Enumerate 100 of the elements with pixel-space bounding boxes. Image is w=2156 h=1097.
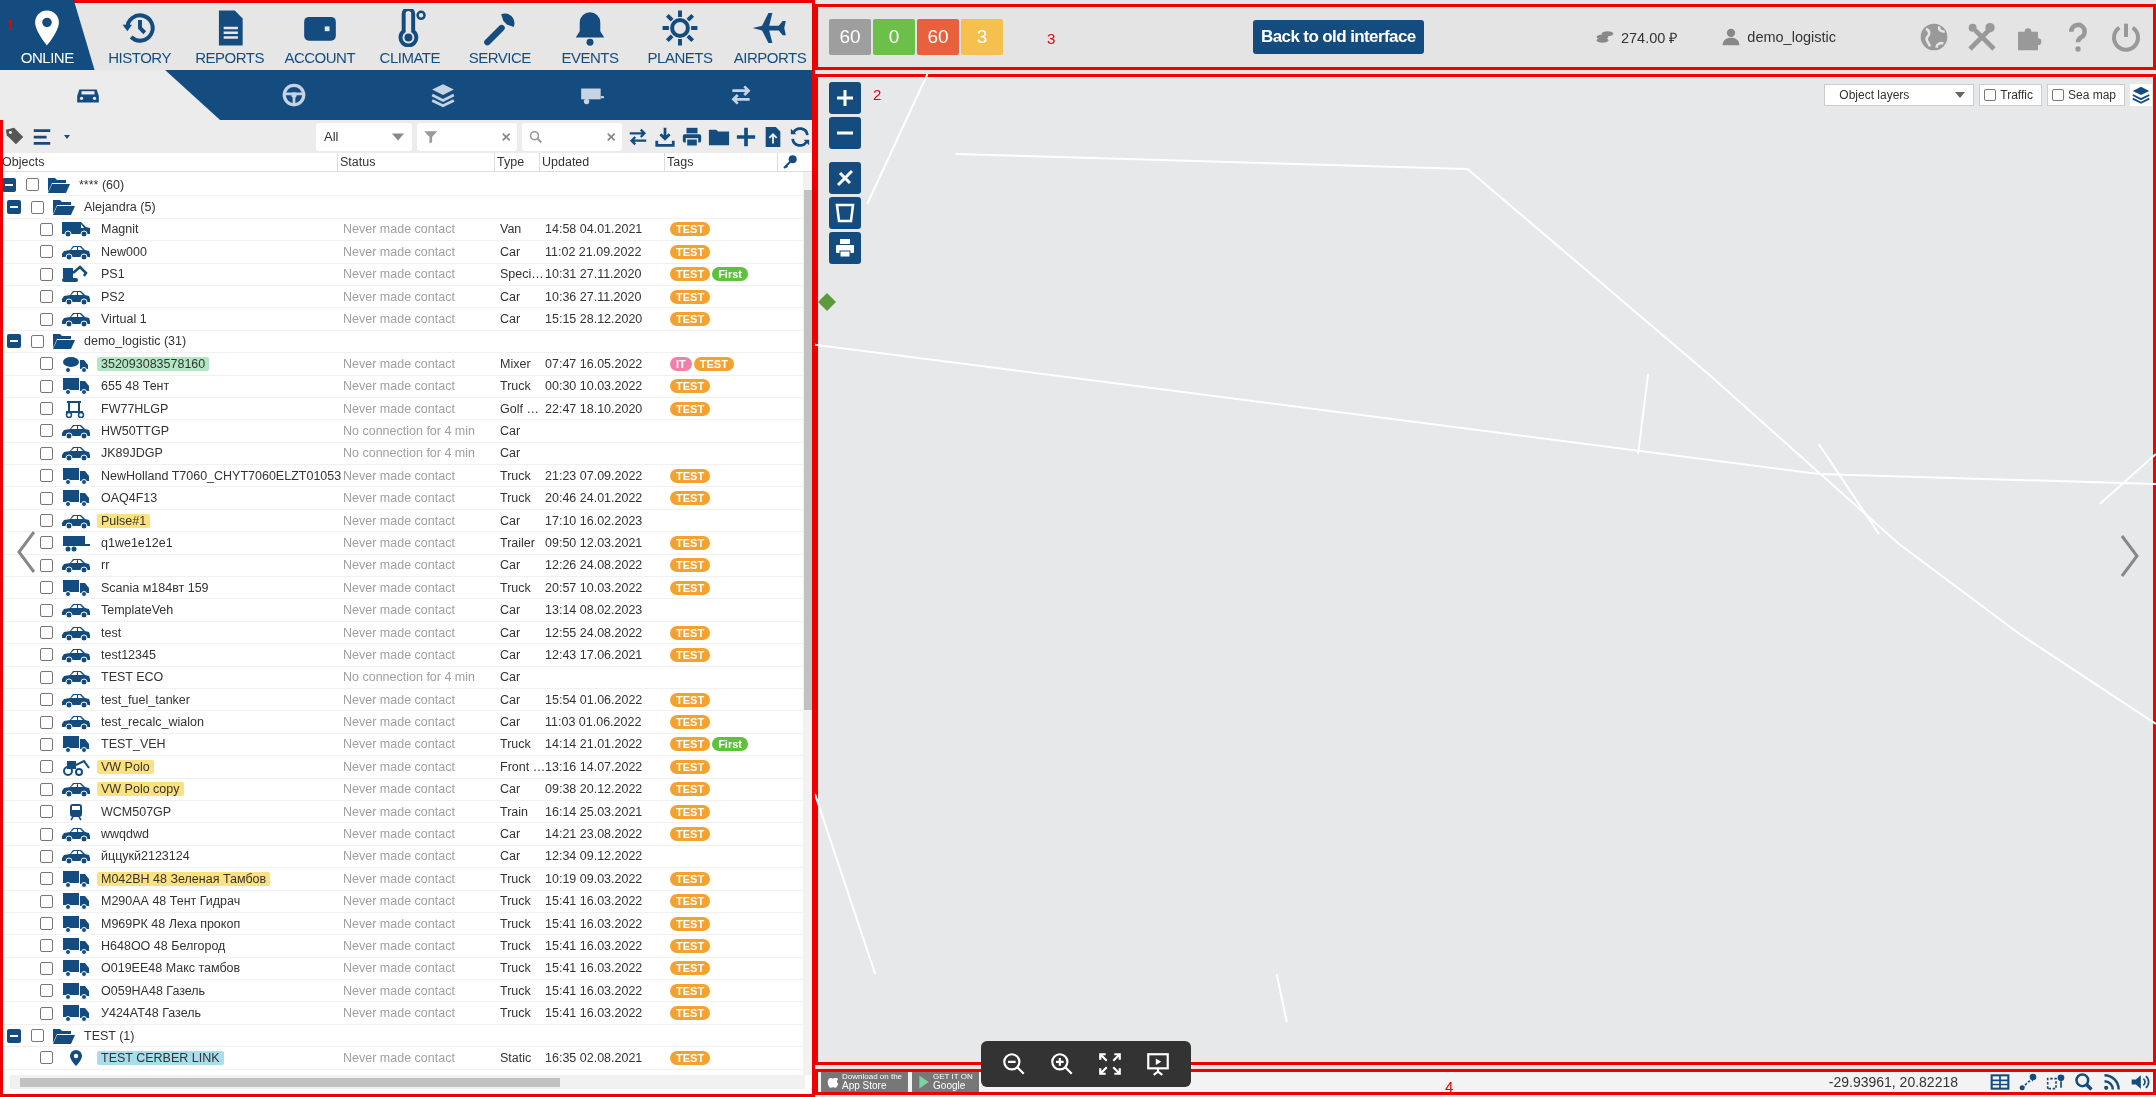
map-area[interactable]: 2 Object layers Traffic Sea map [815, 74, 2156, 1065]
checkbox[interactable] [40, 514, 53, 528]
object-name[interactable]: Н648ОО 48 Белгород [97, 938, 230, 953]
object-name[interactable]: TEST CERBER LINK [97, 1050, 224, 1065]
group-name[interactable]: Alejandra (5) [84, 200, 156, 215]
nav-tab[interactable]: AIRPORTS [725, 0, 815, 70]
zoom-in-button[interactable] [829, 82, 861, 114]
column-header[interactable]: Updated [540, 153, 665, 171]
checkbox[interactable] [40, 827, 53, 841]
route-icon[interactable] [2018, 1072, 2038, 1092]
column-header[interactable]: Objects [0, 153, 338, 171]
checkbox[interactable] [40, 290, 53, 304]
user-name[interactable]: demo_logistic [1747, 29, 1836, 45]
checkbox[interactable] [40, 715, 53, 729]
checkbox[interactable] [40, 939, 53, 953]
object-name[interactable]: VW Polo copy [97, 782, 184, 797]
back-to-old-interface-button[interactable]: Back to old interface [1253, 20, 1424, 54]
object-name[interactable]: 655 48 Тент [97, 379, 174, 394]
checkbox[interactable] [31, 1029, 44, 1043]
object-name[interactable]: йццукй2123124 [97, 849, 194, 864]
caret-icon[interactable] [62, 133, 72, 140]
polygon-tool-button[interactable] [829, 197, 861, 229]
scrollbar[interactable] [803, 172, 815, 1075]
collapse-icon[interactable] [7, 200, 21, 215]
checkbox[interactable] [40, 1006, 53, 1020]
checkbox[interactable] [40, 446, 53, 460]
object-name[interactable]: Scania м184вт 159 [97, 580, 213, 595]
search-field[interactable] [522, 122, 622, 151]
object-name[interactable]: У424АТ48 Газель [97, 1006, 205, 1021]
object-name[interactable]: TemplateVeh [97, 603, 178, 618]
object-name[interactable]: test_recalc_wialon [97, 715, 208, 730]
nav-tab[interactable]: HISTORY [94, 0, 185, 70]
fullscreen-icon[interactable] [1097, 1051, 1123, 1077]
checkbox[interactable] [40, 267, 53, 281]
checkbox[interactable] [26, 178, 39, 192]
checkbox[interactable] [40, 648, 53, 662]
nav-tab[interactable]: CLIMATE [364, 0, 455, 70]
clear-icon[interactable] [500, 130, 511, 143]
presentation-icon[interactable] [1145, 1051, 1171, 1077]
checkbox[interactable] [40, 849, 53, 863]
geofence-icon[interactable] [2046, 1072, 2066, 1092]
object-name[interactable]: q1we1e12e1 [97, 535, 177, 550]
checkbox[interactable] [40, 961, 53, 975]
table-icon[interactable] [1990, 1072, 2010, 1092]
zoom-search-icon[interactable] [2074, 1072, 2094, 1092]
zoom-in-icon[interactable] [1049, 1051, 1075, 1077]
plus-icon[interactable] [735, 125, 757, 148]
scrollbar[interactable] [10, 1075, 805, 1089]
checkbox[interactable] [40, 872, 53, 886]
chevron-left-icon[interactable] [16, 530, 36, 574]
refresh-icon[interactable] [789, 125, 811, 148]
checkbox[interactable] [40, 491, 53, 505]
rss-icon[interactable] [2102, 1072, 2122, 1092]
column-header[interactable]: Status [338, 153, 495, 171]
checkbox[interactable] [40, 1051, 53, 1065]
print-icon[interactable] [681, 125, 703, 148]
filter-field[interactable] [417, 122, 517, 151]
checkbox[interactable] [40, 424, 53, 438]
object-name[interactable]: wwqdwd [97, 827, 153, 841]
checkbox[interactable] [40, 469, 53, 483]
object-name[interactable]: FW77HLGP [97, 401, 173, 416]
object-name[interactable]: Virtual 1 [97, 312, 151, 327]
object-layers-select[interactable]: Object layers [1824, 84, 1975, 106]
object-name[interactable]: 352093083578160 [97, 356, 210, 371]
object-name[interactable]: WCM507GP [97, 804, 176, 819]
collapse-icon[interactable] [7, 334, 21, 349]
chevron-right-icon[interactable] [2120, 534, 2140, 578]
map-marker-icon[interactable] [817, 292, 837, 312]
store-badge[interactable]: GET IT ON Google [912, 1070, 979, 1094]
checkbox[interactable] [40, 536, 53, 550]
power-icon[interactable] [2110, 21, 2142, 53]
nav-tab[interactable]: REPORTS [184, 0, 275, 70]
checkbox[interactable] [31, 334, 44, 348]
object-name[interactable]: test_fuel_tanker [97, 692, 194, 707]
checkbox[interactable] [40, 245, 53, 259]
object-name[interactable]: PS2 [97, 289, 129, 304]
nav-tab[interactable]: PLANETS [634, 0, 725, 70]
zoom-out-icon[interactable] [1001, 1051, 1027, 1077]
object-name[interactable]: TEST_VEH [97, 737, 170, 752]
checkbox[interactable] [40, 670, 53, 684]
map-toggle[interactable]: Sea map [2046, 84, 2125, 106]
checkbox[interactable] [40, 222, 53, 236]
object-name[interactable]: М969РК 48 Леха прокоп [97, 916, 245, 931]
object-name[interactable]: test12345 [97, 647, 160, 662]
object-name[interactable]: HW50TTGP [97, 424, 174, 438]
globe-icon[interactable] [1918, 21, 1950, 53]
object-name[interactable]: test [97, 625, 126, 640]
column-header[interactable]: Tags [665, 153, 778, 171]
map-toggle[interactable]: Traffic [1979, 84, 2042, 106]
object-name[interactable]: Magnit [97, 222, 143, 237]
object-name[interactable]: JK89JDGP [97, 446, 167, 461]
checkbox[interactable] [40, 760, 53, 774]
checkbox[interactable] [40, 805, 53, 819]
group-name[interactable]: TEST (1) [84, 1028, 135, 1043]
collapse-icon[interactable] [2, 177, 16, 192]
object-name[interactable]: TEST ECO [97, 670, 168, 685]
store-badge[interactable]: Download on the App Store [821, 1070, 909, 1094]
print-button[interactable] [829, 232, 861, 264]
checkbox[interactable] [31, 200, 44, 214]
tools-icon[interactable] [1966, 21, 1998, 53]
